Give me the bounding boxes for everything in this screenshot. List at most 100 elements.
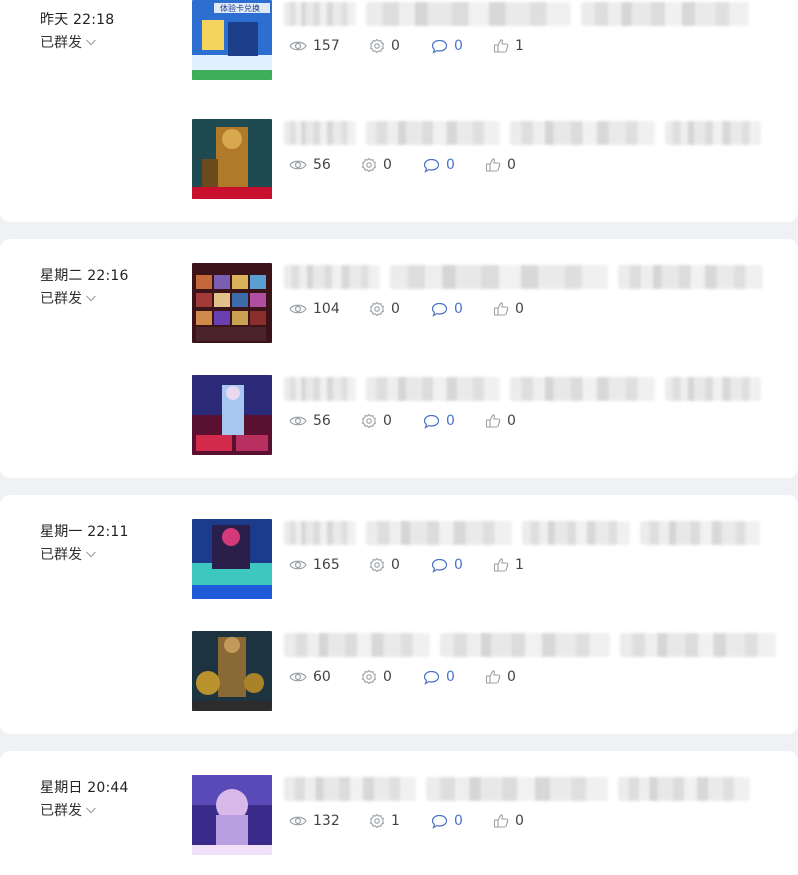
article-thumbnail[interactable] xyxy=(192,519,272,599)
send-time: 昨天 22:18 xyxy=(40,12,115,28)
chevron-down-icon xyxy=(86,807,96,814)
article-thumbnail[interactable] xyxy=(192,631,272,711)
status-dropdown[interactable]: 已群发 xyxy=(40,544,97,564)
article-stats: 165 0 0 1 xyxy=(289,555,553,575)
article-title-redacted[interactable] xyxy=(284,121,761,145)
article-thumbnail[interactable] xyxy=(192,775,272,855)
article-item[interactable]: 56 0 0 0 xyxy=(192,375,782,455)
shares-stat: 0 xyxy=(369,299,431,319)
views-count: 157 xyxy=(313,38,340,54)
views-stat: 104 xyxy=(289,299,369,319)
likes-stat: 0 xyxy=(485,155,545,175)
comment-bubble-icon xyxy=(431,814,448,829)
article-thumbnail[interactable]: 体验卡兑换 xyxy=(192,0,272,80)
eye-icon xyxy=(289,816,307,826)
article-stats: 157 0 0 1 xyxy=(289,36,553,56)
article-stats: 60 0 0 0 xyxy=(289,667,545,687)
comments-stat: 0 xyxy=(423,667,485,687)
comment-bubble-icon xyxy=(431,302,448,317)
comments-count: 0 xyxy=(446,413,455,429)
views-count: 56 xyxy=(313,157,331,173)
views-stat: 56 xyxy=(289,155,361,175)
shares-count: 0 xyxy=(391,301,400,317)
article-item[interactable]: 56 0 0 0 xyxy=(192,119,782,199)
views-count: 132 xyxy=(313,813,340,829)
message-group: 昨天 22:18 已群发 体验卡兑换 157 0 0 1 56 0 0 0 xyxy=(0,0,798,222)
status-label: 已群发 xyxy=(40,803,82,819)
article-title-redacted[interactable] xyxy=(284,265,763,289)
article-thumbnail[interactable] xyxy=(192,375,272,455)
thumbs-up-icon xyxy=(493,814,509,828)
comments-count: 0 xyxy=(446,157,455,173)
status-label: 已群发 xyxy=(40,547,82,563)
article-item[interactable]: 132 1 0 0 xyxy=(192,775,782,855)
article-item[interactable]: 60 0 0 0 xyxy=(192,631,782,711)
eye-icon xyxy=(289,416,307,426)
shares-stat: 0 xyxy=(361,155,423,175)
eye-icon xyxy=(289,560,307,570)
views-stat: 60 xyxy=(289,667,361,687)
shares-stat: 0 xyxy=(361,411,423,431)
status-dropdown[interactable]: 已群发 xyxy=(40,800,97,820)
eye-icon xyxy=(289,304,307,314)
comment-bubble-icon xyxy=(423,414,440,429)
views-stat: 56 xyxy=(289,411,361,431)
views-count: 165 xyxy=(313,557,340,573)
shares-count: 1 xyxy=(391,813,400,829)
article-stats: 132 1 0 0 xyxy=(289,811,553,831)
likes-count: 0 xyxy=(515,301,524,317)
shares-count: 0 xyxy=(383,669,392,685)
share-gear-icon xyxy=(361,157,377,173)
article-stats: 104 0 0 0 xyxy=(289,299,553,319)
article-title-redacted[interactable] xyxy=(284,633,776,657)
article-thumbnail[interactable] xyxy=(192,119,272,199)
shares-count: 0 xyxy=(391,38,400,54)
views-count: 56 xyxy=(313,413,331,429)
views-stat: 157 xyxy=(289,36,369,56)
comment-bubble-icon xyxy=(431,558,448,573)
thumbs-up-icon xyxy=(485,414,501,428)
comments-stat: 0 xyxy=(431,36,493,56)
shares-stat: 0 xyxy=(361,667,423,687)
message-group: 星期二 22:16 已群发 104 0 0 0 56 0 0 0 xyxy=(0,239,798,478)
likes-count: 0 xyxy=(515,813,524,829)
message-group: 星期日 20:44 已群发 132 1 0 0 xyxy=(0,751,798,875)
likes-stat: 1 xyxy=(493,36,553,56)
likes-stat: 0 xyxy=(493,299,553,319)
status-dropdown[interactable]: 已群发 xyxy=(40,288,97,308)
likes-count: 1 xyxy=(515,557,524,573)
article-title-redacted[interactable] xyxy=(284,521,760,545)
comments-count: 0 xyxy=(454,813,463,829)
comments-stat: 0 xyxy=(431,299,493,319)
article-item[interactable]: 体验卡兑换 157 0 0 1 xyxy=(192,0,782,80)
article-thumbnail[interactable] xyxy=(192,263,272,343)
share-gear-icon xyxy=(369,301,385,317)
share-gear-icon xyxy=(369,557,385,573)
chevron-down-icon xyxy=(86,39,96,46)
likes-stat: 0 xyxy=(493,811,553,831)
send-time: 星期日 20:44 xyxy=(40,780,129,796)
article-title-redacted[interactable] xyxy=(284,377,761,401)
article-stats: 56 0 0 0 xyxy=(289,155,545,175)
likes-stat: 0 xyxy=(485,411,545,431)
article-title-redacted[interactable] xyxy=(284,777,750,801)
likes-count: 0 xyxy=(507,669,516,685)
comments-stat: 0 xyxy=(423,411,485,431)
article-title-redacted[interactable] xyxy=(284,2,749,26)
status-label: 已群发 xyxy=(40,35,82,51)
article-item[interactable]: 104 0 0 0 xyxy=(192,263,782,343)
shares-count: 0 xyxy=(383,157,392,173)
share-gear-icon xyxy=(369,813,385,829)
comment-bubble-icon xyxy=(423,158,440,173)
article-item[interactable]: 165 0 0 1 xyxy=(192,519,782,599)
send-time: 星期二 22:16 xyxy=(40,268,129,284)
svg-text:体验卡兑换: 体验卡兑换 xyxy=(220,3,260,13)
views-stat: 165 xyxy=(289,555,369,575)
likes-count: 1 xyxy=(515,38,524,54)
chevron-down-icon xyxy=(86,551,96,558)
thumbs-up-icon xyxy=(493,39,509,53)
comments-count: 0 xyxy=(454,557,463,573)
share-gear-icon xyxy=(369,38,385,54)
status-dropdown[interactable]: 已群发 xyxy=(40,32,97,52)
comments-stat: 0 xyxy=(431,811,493,831)
